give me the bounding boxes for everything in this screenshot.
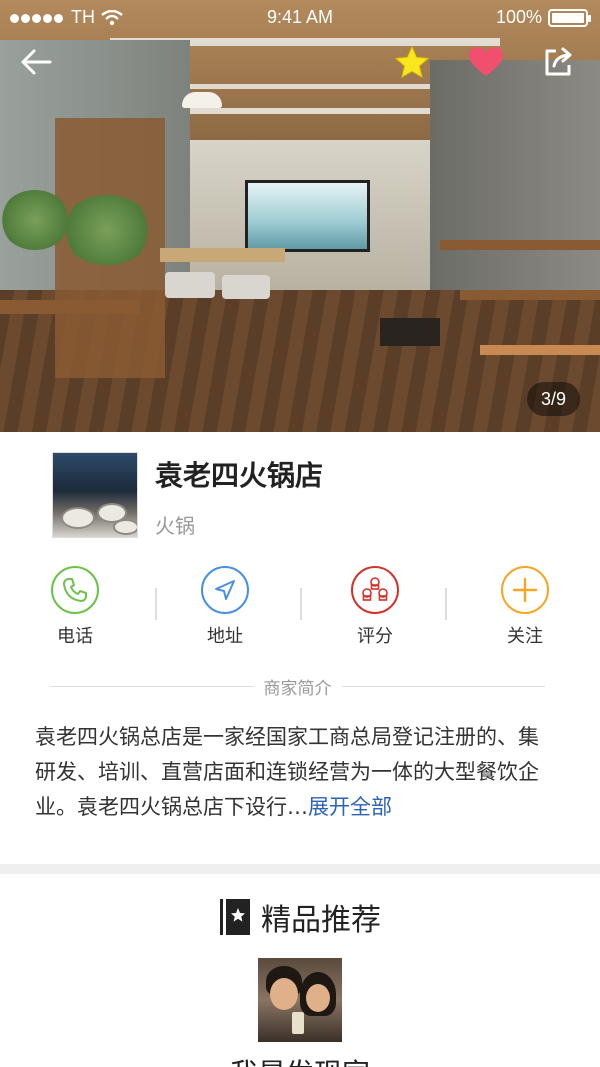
divider [155,588,157,620]
star-icon [394,45,430,79]
photo-stool [380,318,440,346]
call-label: 电话 [57,626,93,647]
photo-chair [165,272,215,298]
photo-shelf [480,345,600,355]
shop-description: 袁老四火锅总店是一家经国家工商总局登记注册的、集研发、培训、直营店面和连锁经营为… [35,720,555,825]
location-arrow-icon [201,566,249,614]
intro-heading-text: 商家简介 [263,678,332,699]
photo-chair [222,275,270,299]
photo-table [160,248,285,262]
phone-icon [51,566,99,614]
expand-all-link[interactable]: 展开全部 [308,795,392,819]
photo-beam [170,84,470,89]
favorite-star-button[interactable] [392,42,432,82]
share-icon [545,47,572,76]
photo-shelf [0,300,140,314]
shop-photo[interactable]: TH 9:41 AM 100% 3/9 [0,0,600,432]
photo-flower-fridge [245,180,370,252]
section-separator [0,864,600,874]
shop-category: 火锅 [155,514,195,538]
call-button[interactable]: 电话 [0,566,150,656]
action-bar: 电话 地址 评分 关注 [0,566,600,656]
battery-percent: 100% [495,7,542,27]
follow-button[interactable]: 关注 [450,566,600,656]
shop-header: 袁老四火锅店 火锅 [0,432,600,554]
recommend-heading: 精品推荐 [0,895,600,939]
rating-button[interactable]: 评分 [300,566,450,656]
address-label: 地址 [207,626,243,647]
back-arrow-icon [21,49,52,75]
photo-beam [180,108,460,114]
photo-shelf [440,240,600,250]
photo-shelf [460,290,600,300]
follow-label: 关注 [507,626,543,647]
back-button[interactable] [16,42,56,82]
photo-lamp [182,92,222,108]
recommend-name: 我是发现家 [0,1052,600,1067]
rating-label: 评分 [357,626,393,647]
plus-icon [501,566,549,614]
divider [445,588,447,620]
share-button[interactable] [538,42,578,82]
description-text: 袁老四火锅总店是一家经国家工商总局登记注册的、集研发、培训、直营店面和连锁经营为… [35,725,539,819]
bookmark-star-icon [220,899,250,935]
shop-avatar[interactable] [52,452,138,538]
like-heart-button[interactable] [466,42,506,82]
divider [341,685,545,687]
shop-name: 袁老四火锅店 [155,459,324,492]
divider [50,685,254,687]
heart-icon [469,47,503,76]
recommend-title: 精品推荐 [261,903,381,938]
photo-page-indicator: 3/9 [526,382,580,416]
chef-hats-icon [351,566,399,614]
status-bar: TH 9:41 AM 100% [0,0,600,36]
intro-heading: 商家简介 [50,674,545,699]
recommend-avatar[interactable] [258,958,342,1042]
photo-plant [0,190,70,250]
divider [300,588,302,620]
address-button[interactable]: 地址 [150,566,300,656]
photo-plant [62,195,152,265]
battery-icon [548,8,591,27]
